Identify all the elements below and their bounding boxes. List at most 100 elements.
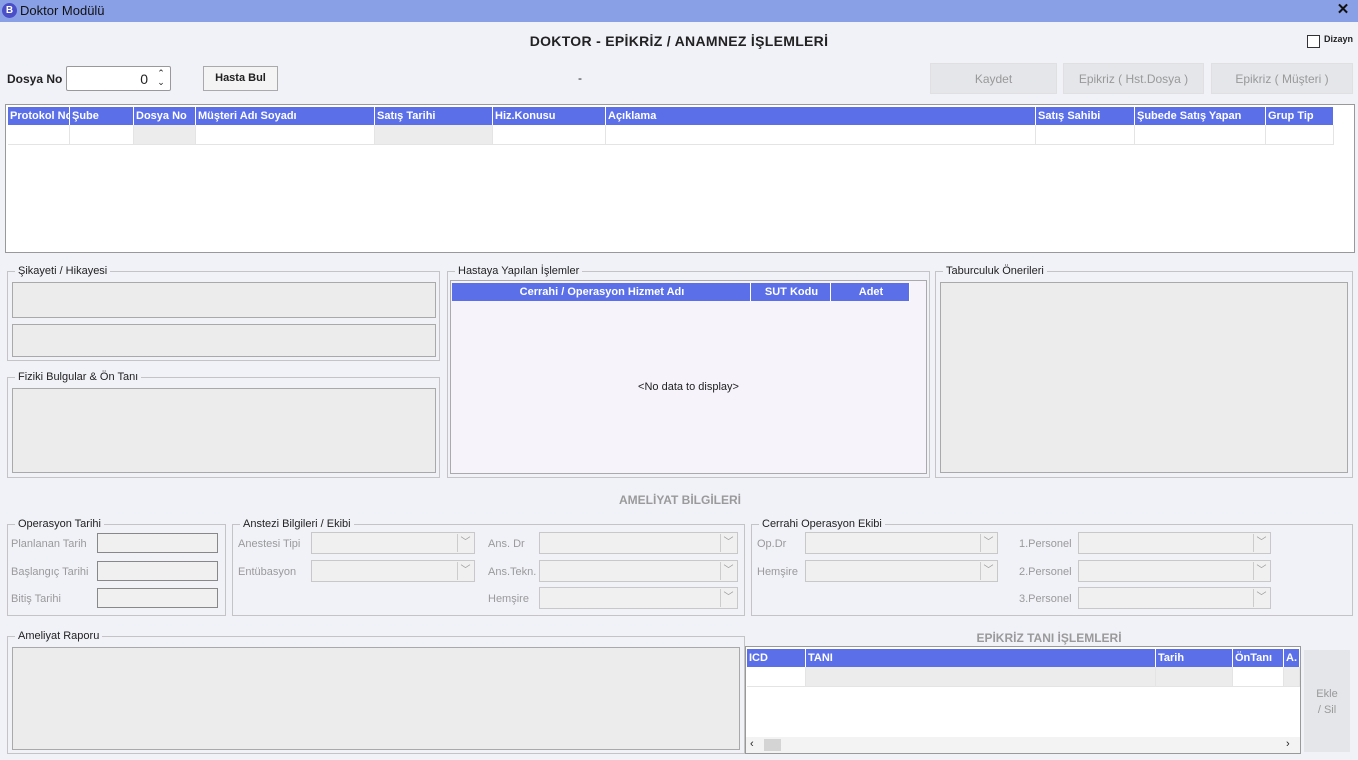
planlanan-tarih-field[interactable]	[97, 533, 218, 553]
grid-cell[interactable]	[1036, 125, 1135, 145]
ans-hemsire-select[interactable]: ﹀	[539, 587, 738, 609]
personel2-select[interactable]: ﹀	[1078, 560, 1271, 582]
grid-cell[interactable]	[1284, 667, 1300, 687]
grid-header[interactable]: Şube	[70, 107, 134, 125]
chevron-down-icon[interactable]: ﹀	[980, 534, 996, 552]
ekle-sil-button[interactable]: Ekle / Sil	[1304, 650, 1350, 752]
sikayet-title: Şikayeti / Hikayesi	[15, 265, 111, 277]
grid-header[interactable]: SUT Kodu	[751, 283, 831, 301]
grid-cell[interactable]	[606, 125, 1036, 145]
ans-hemsire-label: Hemşire	[488, 593, 529, 605]
entubasyon-select[interactable]: ﹀	[311, 560, 475, 582]
grid-header[interactable]: Satış Sahibi	[1036, 107, 1135, 125]
baslangic-label: Başlangıç Tarihi	[11, 566, 89, 578]
horizontal-scrollbar[interactable]: ‹ ›	[746, 737, 1300, 753]
chevron-right-icon[interactable]: ›	[1286, 738, 1290, 750]
chevron-down-icon[interactable]: ﹀	[980, 562, 996, 580]
ans-tekn-select[interactable]: ﹀	[539, 560, 738, 582]
op-dr-select[interactable]: ﹀	[805, 532, 998, 554]
fiziki-textarea[interactable]	[12, 388, 436, 473]
grid-cell[interactable]	[806, 667, 1156, 687]
anestezi-tipi-label: Anestesi Tipi	[238, 538, 301, 550]
grid-cell[interactable]	[196, 125, 375, 145]
hasta-bul-button[interactable]: Hasta Bul	[203, 66, 278, 91]
grid-cell[interactable]	[1266, 125, 1334, 145]
grid-header[interactable]: ÖnTanı	[1233, 649, 1284, 667]
grid-header[interactable]: Dosya No	[134, 107, 196, 125]
grid-cell[interactable]	[747, 667, 806, 687]
grid-cell[interactable]	[1233, 667, 1284, 687]
grid-cell[interactable]	[1135, 125, 1266, 145]
close-icon[interactable]: ✕	[1330, 0, 1356, 20]
taburculuk-title: Taburculuk Önerileri	[943, 265, 1047, 277]
personel1-select[interactable]: ﹀	[1078, 532, 1271, 554]
chevron-down-icon[interactable]: ﹀	[1253, 589, 1269, 607]
chevron-down-icon[interactable]: ﹀	[720, 589, 736, 607]
grid-header[interactable]: Protokol No	[8, 107, 70, 125]
hikaye-textarea[interactable]	[12, 324, 436, 357]
bitis-tarih-field[interactable]	[97, 588, 218, 608]
chevron-down-icon[interactable]: ﹀	[457, 562, 473, 580]
taburculuk-textarea[interactable]	[940, 282, 1348, 473]
cerrahi-hemsire-select[interactable]: ﹀	[805, 560, 998, 582]
grid-header[interactable]: Müşteri Adı Soyadı	[196, 107, 375, 125]
grid-header[interactable]: Cerrahi / Operasyon Hizmet Adı	[452, 283, 751, 301]
chevron-down-icon[interactable]: ﹀	[1253, 562, 1269, 580]
grid-header[interactable]: Açıklama	[606, 107, 1036, 125]
chevron-down-icon[interactable]: ﹀	[720, 534, 736, 552]
anestezi-tipi-select[interactable]: ﹀	[311, 532, 475, 554]
rapor-textarea[interactable]	[12, 647, 740, 750]
grid-cell[interactable]	[134, 125, 196, 145]
page-title: DOKTOR - EPİKRİZ / ANAMNEZ İŞLEMLERİ	[529, 33, 829, 49]
chevron-down-icon[interactable]: ﹀	[457, 534, 473, 552]
epikriz-hst-dosya-button[interactable]: Epikriz ( Hst.Dosya )	[1063, 63, 1204, 94]
personel3-select[interactable]: ﹀	[1078, 587, 1271, 609]
grid-cell[interactable]	[8, 125, 70, 145]
grid-cell[interactable]	[1156, 667, 1233, 687]
grid-cell[interactable]	[493, 125, 606, 145]
dosya-no-input[interactable]: 0 ⌃ ⌄	[66, 66, 171, 91]
fiziki-title: Fiziki Bulgular & Ön Tanı	[15, 371, 142, 383]
grid-cell[interactable]	[375, 125, 493, 145]
rapor-title: Ameliyat Raporu	[15, 630, 103, 642]
title-bar: B Doktor Modülü ✕	[0, 0, 1358, 22]
dosya-no-label: Dosya No	[7, 72, 63, 86]
grid-header[interactable]: ICD	[747, 649, 806, 667]
grid-header[interactable]: Grup Tip	[1266, 107, 1334, 125]
protocol-grid[interactable]: Protokol No Şube Dosya No Müşteri Adı So…	[5, 104, 1355, 253]
grid-header[interactable]: Hiz.Konusu	[493, 107, 606, 125]
islemler-title: Hastaya Yapılan İşlemler	[455, 265, 583, 277]
personel3-label: 3.Personel	[1019, 593, 1072, 605]
grid-header[interactable]: Tarih	[1156, 649, 1233, 667]
scrollbar-thumb[interactable]	[764, 739, 781, 751]
chevron-left-icon[interactable]: ‹	[750, 738, 754, 750]
grid-header[interactable]: TANI	[806, 649, 1156, 667]
dizayn-checkbox[interactable]	[1307, 35, 1320, 48]
sikayet-textarea[interactable]	[12, 282, 436, 318]
grid-header[interactable]: Adet	[831, 283, 910, 301]
islemler-grid[interactable]: Cerrahi / Operasyon Hizmet Adı SUT Kodu …	[450, 280, 927, 474]
epikriz-section-header: EPİKRİZ TANI İŞLEMLERİ	[976, 631, 1122, 645]
cerrahi-title: Cerrahi Operasyon Ekibi	[759, 518, 885, 530]
epikriz-musteri-button[interactable]: Epikriz ( Müşteri )	[1211, 63, 1353, 94]
ans-dr-label: Ans. Dr	[488, 538, 525, 550]
planlanan-label: Planlanan Tarih	[11, 538, 87, 550]
chevron-down-icon[interactable]: ﹀	[1253, 534, 1269, 552]
epikriz-grid[interactable]: ICD TANI Tarih ÖnTanı A. ‹ ›	[745, 646, 1301, 754]
grid-header[interactable]: Satış Tarihi	[375, 107, 493, 125]
ekle-label: Ekle	[1316, 688, 1338, 700]
app-logo-icon: B	[2, 3, 17, 18]
bitis-label: Bitiş Tarihi	[11, 593, 61, 605]
baslangic-tarih-field[interactable]	[97, 561, 218, 581]
op-tarihi-title: Operasyon Tarihi	[15, 518, 104, 530]
op-dr-label: Op.Dr	[757, 538, 787, 550]
ans-dr-select[interactable]: ﹀	[539, 532, 738, 554]
grid-cell[interactable]	[70, 125, 134, 145]
dosya-no-value: 0	[140, 71, 148, 87]
spinner-icon[interactable]: ⌃ ⌄	[156, 69, 166, 87]
kaydet-button[interactable]: Kaydet	[930, 63, 1057, 94]
chevron-down-icon[interactable]: ﹀	[720, 562, 736, 580]
grid-header[interactable]: Şubede Satış Yapan	[1135, 107, 1266, 125]
grid-header[interactable]: A.	[1284, 649, 1300, 667]
ameliyat-section-header: AMELİYAT BİLGİLERİ	[618, 493, 741, 507]
